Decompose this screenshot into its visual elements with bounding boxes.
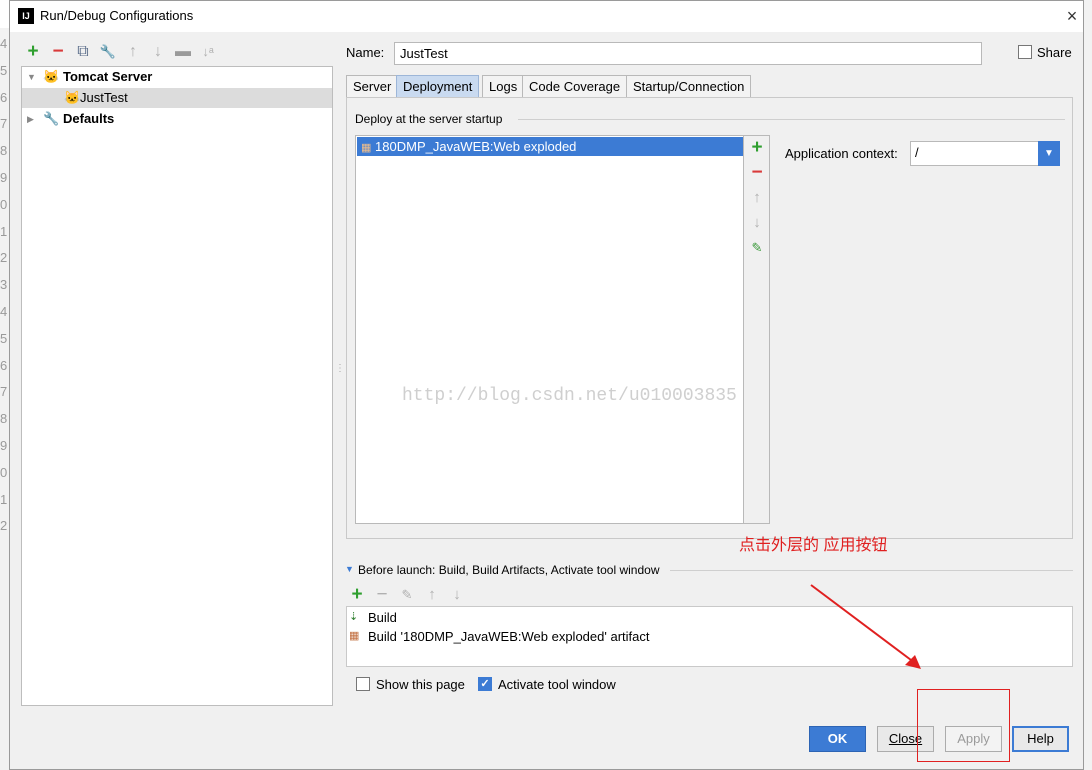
line-number: 5 (0, 330, 8, 346)
close-window-icon[interactable]: × (1060, 4, 1084, 28)
share-label: Share (1037, 45, 1072, 60)
collapse-arrow-icon[interactable]: ▶ (27, 109, 34, 129)
add-icon[interactable]: + (347, 585, 367, 605)
line-number: 1 (0, 223, 8, 239)
deployment-item-label: 180DMP_JavaWEB:Web exploded (375, 139, 577, 154)
line-number: 7 (0, 116, 8, 132)
deployment-list[interactable]: ▦ 180DMP_JavaWEB:Web exploded (355, 135, 744, 524)
artifact-icon: ▦ (361, 142, 372, 154)
tomcat-icon: 🐱 (43, 69, 60, 84)
activate-tool-window-checkbox[interactable]: ✓ (478, 677, 492, 691)
tree-item-label: Defaults (63, 111, 115, 126)
list-item[interactable]: ▦ 180DMP_JavaWEB:Web exploded (357, 137, 743, 156)
line-number: 2 (0, 250, 8, 266)
expand-arrow-icon[interactable]: ▼ (27, 67, 36, 87)
move-down-icon[interactable]: ↓ (148, 42, 168, 62)
app-context-label: Application context: (785, 146, 898, 161)
activate-tool-window-label: Activate tool window (498, 677, 616, 692)
remove-icon[interactable]: − (744, 162, 770, 184)
build-icon: ⇣ (349, 611, 359, 623)
remove-icon[interactable]: − (48, 42, 68, 62)
line-number: 3 (0, 277, 8, 293)
line-number: 0 (0, 196, 8, 212)
tree-item-defaults[interactable]: ▶ 🔧 Defaults (22, 109, 332, 129)
tab-startup-connection[interactable]: Startup/Connection (626, 75, 752, 98)
run-debug-dialog: IJ Run/Debug Configurations × + − ⧉ 🔧 ↑ … (9, 0, 1084, 770)
edit-defaults-icon[interactable]: 🔧 (98, 42, 118, 62)
editor-gutter: 4 5 6 7 8 9 0 1 2 3 4 5 6 7 8 9 0 1 2 (0, 28, 9, 770)
tree-item-justtest[interactable]: 🐱 JustTest (22, 88, 332, 108)
collapse-arrow-icon[interactable]: ▼ (345, 564, 354, 574)
move-down-icon[interactable]: ↓ (447, 585, 467, 605)
line-number: 6 (0, 357, 8, 373)
divider (518, 119, 1065, 120)
title-bar: IJ Run/Debug Configurations × (10, 1, 1083, 32)
tab-logs[interactable]: Logs (482, 75, 525, 98)
move-up-icon[interactable]: ↑ (123, 42, 143, 62)
tomcat-icon: 🐱 (64, 90, 81, 105)
tab-deployment[interactable]: Deployment (396, 75, 480, 98)
line-number: 5 (0, 62, 8, 78)
pencil-icon[interactable]: ✎ (744, 237, 770, 259)
line-number: 4 (0, 36, 8, 51)
line-number: 2 (0, 518, 8, 534)
chevron-down-icon[interactable]: ▼ (1038, 141, 1060, 166)
move-down-icon[interactable]: ↓ (744, 212, 770, 234)
sort-icon[interactable]: ↓ᵃ (198, 42, 218, 62)
tree-item-tomcat-server[interactable]: ▼ 🐱 Tomcat Server (22, 67, 332, 87)
help-button[interactable]: Help (1012, 726, 1069, 752)
before-launch-item-label: Build '180DMP_JavaWEB:Web exploded' arti… (368, 629, 650, 644)
line-number: 9 (0, 170, 8, 185)
ok-button[interactable]: OK (809, 726, 866, 752)
deploy-section-title: Deploy at the server startup (355, 112, 503, 126)
before-launch-list: ⇣ Build ▦ Build '180DMP_JavaWEB:Web expl… (346, 606, 1073, 667)
deployment-side-toolbar: + − ↑ ↓ ✎ (744, 135, 770, 524)
annotation-highlight-box (917, 689, 1010, 762)
name-input[interactable]: JustTest (394, 42, 982, 65)
line-number: 4 (0, 304, 8, 319)
copy-icon[interactable]: ⧉ (73, 42, 93, 62)
splitter-handle[interactable]: ⋮ (335, 363, 345, 379)
line-number: 9 (0, 438, 8, 453)
editor-right-edge (1084, 0, 1092, 770)
name-label: Name: (346, 45, 385, 60)
watermark: http://blog.csdn.net/u010003835 (402, 386, 737, 406)
tab-code-coverage[interactable]: Code Coverage (522, 75, 628, 98)
share-checkbox[interactable] (1018, 45, 1032, 59)
artifact-icon: ▦ (349, 630, 360, 642)
annotation-arrow (810, 584, 921, 669)
divider (670, 570, 1073, 571)
tab-server[interactable]: Server (346, 75, 399, 98)
remove-icon[interactable]: − (372, 585, 392, 605)
folder-icon[interactable]: ▬ (173, 42, 193, 62)
line-number: 8 (0, 411, 8, 427)
line-number: 0 (0, 464, 8, 480)
intellij-app-icon: IJ (18, 8, 34, 24)
show-page-label: Show this page (376, 677, 465, 692)
tree-item-label: JustTest (80, 90, 128, 105)
line-number: 6 (0, 89, 8, 105)
list-item[interactable]: ⇣ Build (347, 608, 1072, 627)
line-number: 7 (0, 384, 8, 400)
move-up-icon[interactable]: ↑ (422, 585, 442, 605)
line-number: 1 (0, 491, 8, 507)
before-launch-item-label: Build (368, 610, 397, 625)
pencil-icon[interactable]: ✎ (397, 585, 417, 605)
line-number: 8 (0, 143, 8, 159)
list-item[interactable]: ▦ Build '180DMP_JavaWEB:Web exploded' ar… (347, 627, 1072, 646)
add-icon[interactable]: + (23, 42, 43, 62)
before-launch-title: Before launch: Build, Build Artifacts, A… (358, 563, 660, 577)
move-up-icon[interactable]: ↑ (744, 187, 770, 209)
tree-item-label: Tomcat Server (63, 69, 153, 84)
show-page-checkbox[interactable] (356, 677, 370, 691)
wrench-icon: 🔧 (43, 111, 60, 126)
annotation-text: 点击外层的 应用按钮 (739, 537, 888, 554)
configuration-tree: ▼ 🐱 Tomcat Server 🐱 JustTest ▶ 🔧 Default… (21, 66, 333, 706)
window-title: Run/Debug Configurations (40, 8, 194, 23)
add-icon[interactable]: + (744, 137, 770, 159)
